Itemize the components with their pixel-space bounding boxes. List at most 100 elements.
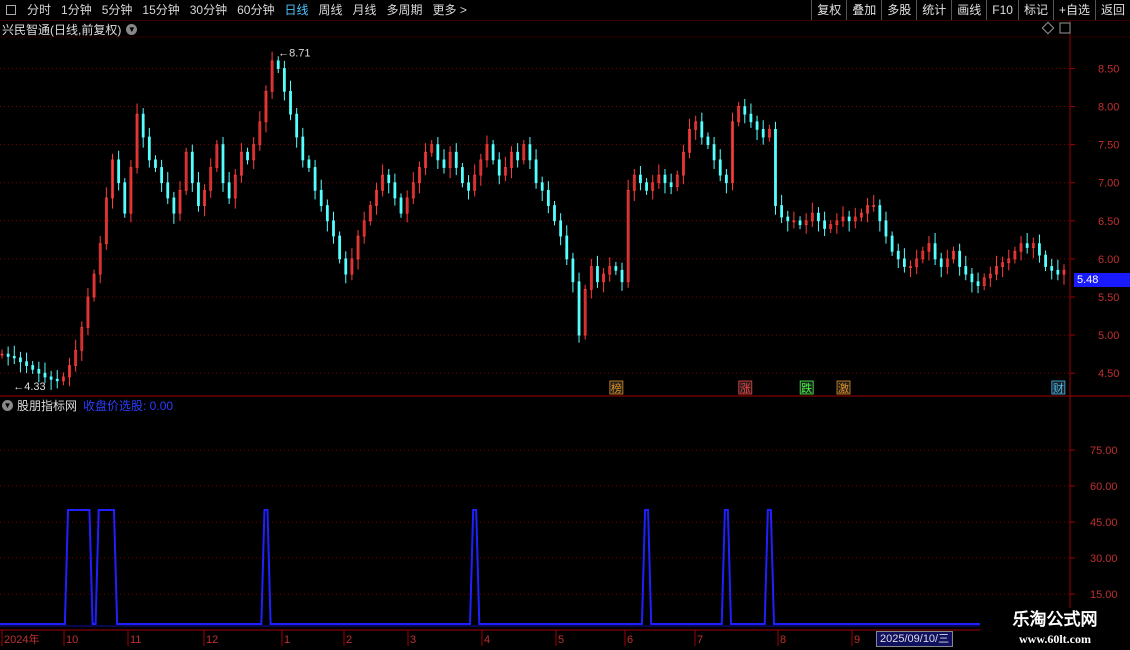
candle-body [442,159,446,168]
candle-body [1038,243,1041,256]
candle-body [817,212,820,222]
candle-body [596,266,599,283]
candle-body [884,220,888,237]
time-axis-label: 2024年 [4,632,39,646]
candle-body [325,205,329,222]
candle-body [669,182,673,187]
price-axis-label: 7.50 [1098,140,1119,152]
time-axis-label: 3 [410,634,416,646]
candle-body [491,144,495,161]
candle-body [123,182,127,214]
candle-body [663,174,667,184]
candle-body [571,258,575,283]
candle-body [461,167,464,184]
candle-body [307,159,311,168]
candle-body [639,174,642,184]
price-chart[interactable]: 8.50 8.00 7.50 7.00 6.50 6.00 5.50 5.00 4.50 榜 涨 跌… [0,0,1130,650]
watermark-url: www.60lt.com [1019,632,1091,646]
watermark-title: 乐淘公式网 [1012,610,1098,629]
candle-body [902,258,906,267]
watermark: 乐淘公式网 www.60lt.com [980,608,1130,650]
current-price-badge: 5.48 [1074,273,1130,287]
candle-body [540,182,544,191]
indicator-axis-label: 30.00 [1090,553,1118,565]
candle-body [939,258,943,267]
candle-body [614,266,618,271]
candle-body [718,159,722,176]
candle-body [976,281,980,286]
event-marker-label: 榜 [611,381,622,395]
indicator-title-row: ▼ 股朋指标网 收盘价选股: 0.00 [2,397,173,413]
event-marker-label: 涨 [740,382,751,395]
indicator-axis-label: 45.00 [1090,517,1118,529]
collapse-icon[interactable]: ▼ [2,399,13,411]
candle-body [154,159,157,168]
candle-body [172,197,176,214]
time-axis-label: 8 [780,634,786,646]
candle-body [1044,254,1047,267]
candle-body [190,151,194,184]
candle-body [577,281,581,336]
candle-body [1056,269,1060,275]
candle-body [933,243,937,260]
candle-body [227,182,231,199]
candle-body [313,167,317,191]
candle-body [534,159,538,184]
candle-body [295,113,299,138]
time-axis-label: 5 [558,634,564,646]
indicator-axis-label: 60.00 [1090,481,1118,493]
price-axis-label: 6.50 [1098,216,1119,228]
diamond-icon [1041,21,1055,35]
candle-body [454,151,458,168]
candle-body [1050,266,1054,271]
price-axis-label: 8.00 [1098,102,1119,114]
candle-body [436,144,440,161]
candle-body [749,113,753,123]
candle-body [246,151,249,161]
candle-body [393,182,397,199]
candle-body [743,106,747,115]
price-axis-label: 5.50 [1098,292,1119,304]
indicator-axis-label: 75.00 [1090,445,1118,457]
candle-body [516,151,520,161]
indicator-value: 收盘价选股: 0.00 [83,398,174,413]
price-axis-label: 8.50 [1098,63,1119,75]
candle-body [43,372,47,378]
candle-body [620,269,624,283]
candle-body [197,182,200,206]
candle-body [786,216,790,222]
candle-body [755,121,759,130]
high-price-label: ←8.71 [278,47,310,59]
time-axis-label: 12 [206,634,218,646]
indicator-axis-label: 15.00 [1090,589,1118,601]
candle-body [761,129,765,138]
candle-body [301,136,305,161]
candle-body [12,355,16,359]
candle-body [399,197,403,214]
candle-body [160,167,164,184]
event-marker-label: 跌 [801,381,812,395]
candle-body [546,189,550,206]
signal-line [0,509,1097,625]
candle-body [970,273,974,283]
candle-body [282,68,286,92]
price-axis-label: 7.00 [1098,178,1119,190]
candle-body [49,376,53,380]
current-date-badge: 2025/09/10/三 [876,631,954,647]
candle-body [958,250,962,267]
time-axis-label: 7 [697,634,703,646]
candle-body [964,266,968,275]
price-axis-label: 5.00 [1098,330,1119,342]
candle-body [117,159,121,184]
candle-body [724,174,728,184]
candle-body [528,144,532,161]
candle-body [332,220,335,237]
candle-body [798,220,802,226]
candle-body [878,205,882,222]
time-axis-label: 2 [346,634,352,646]
candle-body [823,220,826,229]
price-axis-label: 6.00 [1098,254,1119,266]
candle-body [706,136,710,146]
time-axis-label: 10 [66,634,78,646]
candle-body [700,121,704,138]
